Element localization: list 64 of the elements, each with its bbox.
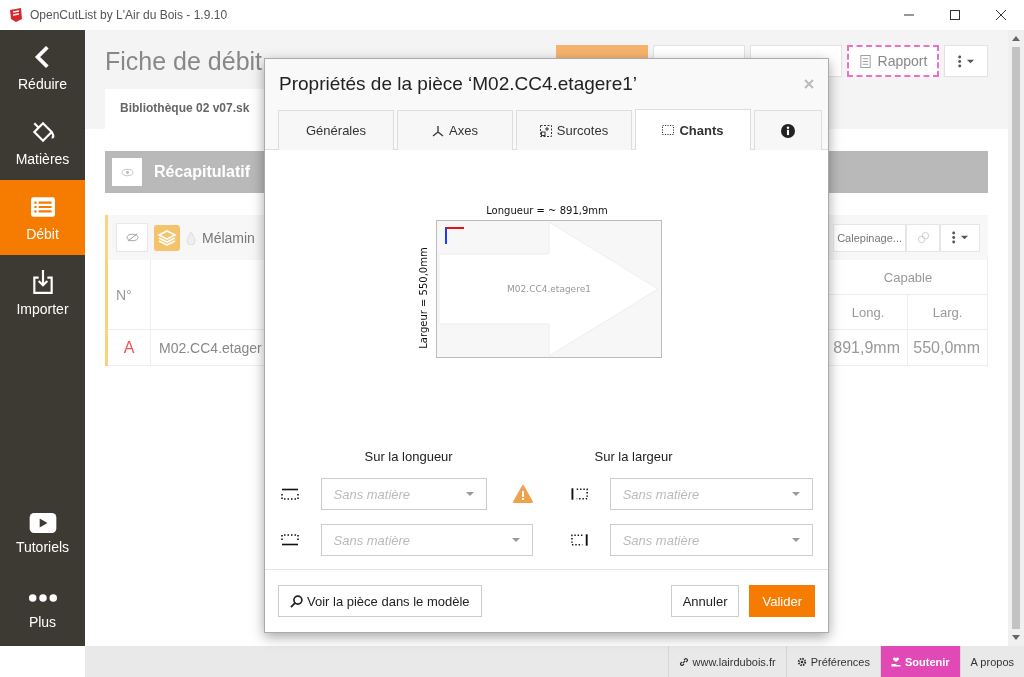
caret-icon <box>791 492 800 496</box>
caret-icon <box>791 538 800 542</box>
cancel-button[interactable]: Annuler <box>670 585 740 617</box>
maximize-icon[interactable] <box>950 10 960 20</box>
right-edge-icon <box>570 534 588 546</box>
caret-icon <box>465 492 474 496</box>
table-header: N° <box>108 260 151 330</box>
status-bar-link[interactable]: A propos <box>959 646 1024 677</box>
dialog-tab[interactable] <box>754 110 822 150</box>
material-name: Mélamin <box>202 229 255 246</box>
gear-icon <box>796 656 807 667</box>
dialog-tab[interactable]: Axes <box>397 110 513 150</box>
dashed-square-plus-icon <box>539 124 552 137</box>
app-logo-icon <box>8 7 24 23</box>
eye-slash-icon <box>125 231 139 244</box>
sidebar-item[interactable]: Réduire <box>0 30 85 105</box>
drop-icon <box>186 230 196 245</box>
more-menu-button[interactable] <box>940 223 980 252</box>
window-title: OpenCutList by L'Air du Bois - 1.9.10 <box>30 8 228 22</box>
report-button[interactable]: Rapport <box>847 45 939 77</box>
hide-button[interactable] <box>116 223 148 252</box>
sidebar-item[interactable]: Tutoriels <box>0 496 85 571</box>
kebab-caret-icon <box>951 231 969 244</box>
layout-button[interactable]: Calepinage... <box>833 223 906 252</box>
hand-heart-icon <box>890 656 901 667</box>
page-title: Fiche de débit <box>105 46 263 76</box>
sidebar-item[interactable]: Matières <box>0 105 85 180</box>
document-icon <box>858 54 872 68</box>
scrollbar[interactable] <box>1008 30 1024 646</box>
info-icon <box>781 123 795 138</box>
close-icon[interactable] <box>996 10 1006 20</box>
status-bar-link[interactable]: Soutenir <box>879 646 960 677</box>
table-cell: A <box>108 330 151 366</box>
bottom-edge-icon <box>280 534 299 546</box>
sidebar-item[interactable]: Plus <box>0 571 85 646</box>
dialog-title: Propriétés de la pièce ‘M02.CC4.etagere1’ <box>279 73 639 95</box>
summary-title: Récapitulatif <box>154 163 250 181</box>
sidebar-item[interactable]: Importer <box>0 255 85 330</box>
dialog-tab[interactable]: Chants <box>635 109 751 150</box>
locate-button[interactable]: Voir la pièce dans le modèle <box>278 585 482 617</box>
dotted-square-icon <box>662 124 675 136</box>
sheet-stack-icon <box>154 224 180 251</box>
axes-icon <box>432 124 445 137</box>
scroll-down-icon[interactable] <box>1012 635 1020 640</box>
file-tab[interactable]: Bibliothèque 02 v07.sk <box>105 89 265 129</box>
scroll-up-icon[interactable] <box>1012 36 1020 41</box>
search-icon <box>290 594 303 608</box>
link-icon <box>678 656 689 667</box>
link-icon <box>916 231 930 244</box>
dialog-tab[interactable]: Générales <box>278 110 394 150</box>
play-icon <box>28 512 57 533</box>
table-header: Larg. <box>908 295 988 330</box>
column-heading: Sur la largeur <box>593 449 674 464</box>
column-heading: Sur la longueur <box>363 449 454 464</box>
kebab-caret-icon <box>957 54 975 68</box>
caret-icon <box>511 538 520 542</box>
left-edge-icon <box>570 488 588 500</box>
eye-button[interactable] <box>112 158 142 186</box>
status-bar-link[interactable]: www.lairdubois.fr <box>667 646 786 677</box>
status-bar-link[interactable]: Préférences <box>785 646 880 677</box>
top-edge-icon <box>280 488 299 500</box>
table-cell: 550,0mm <box>908 330 988 366</box>
dialog-tab[interactable]: Surcotes <box>516 110 632 150</box>
more-menu-button[interactable] <box>944 45 988 77</box>
